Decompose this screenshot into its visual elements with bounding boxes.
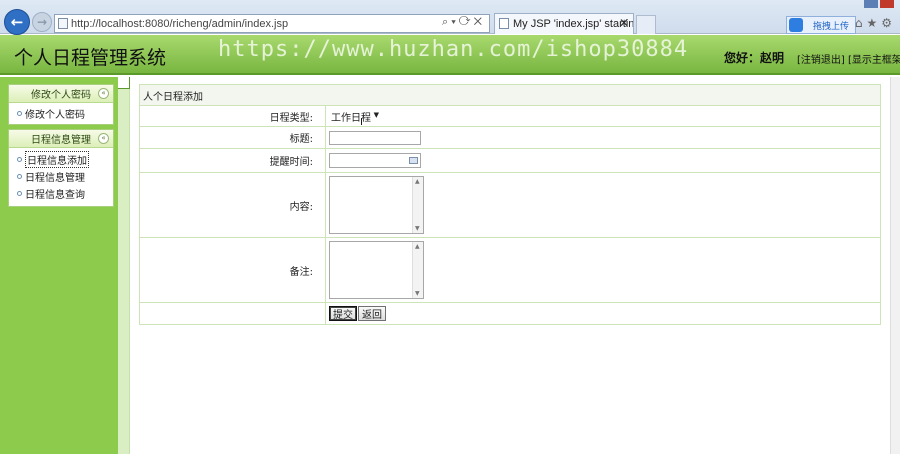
type-select[interactable]: 工作日程 ▼ xyxy=(329,108,381,124)
address-url: http://localhost:8080/richeng/admin/inde… xyxy=(71,17,289,30)
textarea-scrollbar[interactable]: ▲ ▼ xyxy=(412,177,423,233)
sidebar-item-label: 日程信息添加 xyxy=(25,151,89,168)
bullet-icon xyxy=(17,111,22,116)
menu-group-header[interactable]: 修改个人密码 « xyxy=(9,85,113,103)
window-controls[interactable] xyxy=(862,0,894,10)
close-window-icon[interactable] xyxy=(880,0,894,8)
forward-button[interactable]: → xyxy=(32,12,52,32)
sidebar-item-label: 日程信息查询 xyxy=(25,190,85,201)
splitter-notch[interactable] xyxy=(118,77,130,89)
collapse-icon[interactable]: « xyxy=(98,133,109,144)
home-star-gear-icon[interactable]: ⌂★⚙ xyxy=(855,16,896,30)
upload-button[interactable]: 拖拽上传 xyxy=(786,16,856,34)
form-caption: 人个日程添加 xyxy=(139,84,881,106)
submit-button[interactable]: 提交 xyxy=(329,306,357,321)
back-button[interactable]: 返回 xyxy=(358,306,386,321)
title-input[interactable] xyxy=(329,130,421,145)
content-label: 内容: xyxy=(139,172,326,238)
menu-group-schedule: 日程信息管理 « 日程信息添加 日程信息管理 日程信息查询 xyxy=(8,129,114,207)
dropdown-arrow-icon: ▼ xyxy=(373,111,379,119)
page-scrollbar[interactable] xyxy=(890,77,900,454)
type-label: 日程类型: xyxy=(139,105,326,127)
bullet-icon xyxy=(17,174,22,179)
menu-group-title: 修改个人密码 xyxy=(31,90,91,101)
tab-title: My JSP 'index.jsp' startin... xyxy=(513,18,634,30)
menu-group-title: 日程信息管理 xyxy=(31,135,91,146)
title-label: 标题: xyxy=(139,126,326,149)
address-tools-icon[interactable]: ⌕▾⟳✕ xyxy=(442,16,485,29)
new-tab-button[interactable] xyxy=(636,15,656,34)
browser-tab[interactable]: My JSP 'index.jsp' startin... ✕ xyxy=(494,13,634,34)
menu-group-header[interactable]: 日程信息管理 « xyxy=(9,130,113,148)
main-content: 人个日程添加 日程类型: 工作日程 ▼ 标题: 提醒时间: 内容: ▲ ▼ 备注… xyxy=(139,84,881,325)
sidebar-item-label: 日程信息管理 xyxy=(25,173,85,184)
bullet-icon xyxy=(17,157,22,162)
sidebar-item-schedule-add[interactable]: 日程信息添加 xyxy=(9,151,113,168)
sidebar-item-change-password[interactable]: 修改个人密码 xyxy=(9,103,113,124)
schedule-form: 人个日程添加 日程类型: 工作日程 ▼ 标题: 提醒时间: 内容: ▲ ▼ 备注… xyxy=(139,84,881,325)
note-textarea[interactable]: ▲ ▼ xyxy=(329,241,424,299)
text-cursor-icon: I xyxy=(360,117,363,128)
sidebar-splitter[interactable] xyxy=(118,77,130,454)
tab-page-icon xyxy=(499,18,509,29)
sidebar-item-label: 修改个人密码 xyxy=(25,110,85,121)
browser-toolbar: ← → http://localhost:8080/richeng/admin/… xyxy=(0,0,900,35)
header-links: [注销退出] [显示主框架] xyxy=(797,51,900,66)
app-header: 个人日程管理系统 https://www.huzhan.com/ishop308… xyxy=(0,35,900,75)
remind-time-input[interactable] xyxy=(329,153,421,168)
sidebar-item-schedule-query[interactable]: 日程信息查询 xyxy=(9,185,113,202)
cloud-icon xyxy=(789,18,803,32)
bullet-icon xyxy=(17,191,22,196)
collapse-icon[interactable]: « xyxy=(98,88,109,99)
tab-close-icon[interactable]: ✕ xyxy=(619,16,629,30)
minimize-icon[interactable] xyxy=(864,0,878,8)
address-bar[interactable]: http://localhost:8080/richeng/admin/inde… xyxy=(54,14,490,33)
content-textarea[interactable]: ▲ ▼ xyxy=(329,176,424,234)
watermark: https://www.huzhan.com/ishop30884 xyxy=(218,37,689,62)
note-label: 备注: xyxy=(139,237,326,303)
app-title: 个人日程管理系统 xyxy=(14,47,167,69)
calendar-icon[interactable] xyxy=(409,157,418,164)
type-select-value: 工作日程 xyxy=(331,112,371,124)
sidebar-item-schedule-manage[interactable]: 日程信息管理 xyxy=(9,168,113,185)
logout-link[interactable]: [注销退出] xyxy=(797,55,845,66)
button-row-label xyxy=(139,302,326,325)
menu-group-password: 修改个人密码 « 修改个人密码 xyxy=(8,84,114,125)
upload-label: 拖拽上传 xyxy=(812,21,849,32)
main-frame-link[interactable]: [显示主框架] xyxy=(848,55,900,66)
textarea-scrollbar[interactable]: ▲ ▼ xyxy=(412,242,423,298)
page-icon xyxy=(58,18,68,29)
back-button[interactable]: ← xyxy=(4,9,30,35)
remind-label: 提醒时间: xyxy=(139,148,326,173)
user-greeting: 您好：赵明 xyxy=(724,51,785,65)
